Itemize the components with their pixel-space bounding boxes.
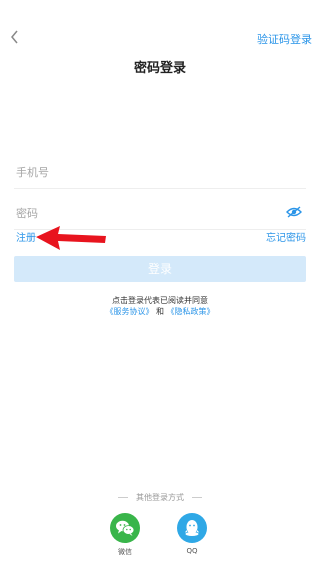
agreement-text: 点击登录代表已阅读并同意 《服务协议》 和 《隐私政策》 (0, 295, 320, 317)
wechat-label: 微信 (118, 548, 132, 556)
wechat-icon[interactable] (110, 513, 140, 543)
divider-line-left (118, 497, 128, 498)
qq-login-button[interactable]: QQ (172, 513, 212, 555)
page-title: 密码登录 (133, 61, 186, 76)
phone-field-container (14, 154, 306, 189)
phone-input[interactable] (16, 162, 266, 182)
red-arrow-icon (34, 224, 108, 254)
wechat-login-button[interactable]: 微信 (105, 513, 145, 557)
eye-off-icon[interactable] (286, 206, 302, 218)
qq-label: QQ (186, 547, 198, 555)
other-login-label: 其他登录方式 (136, 493, 184, 502)
login-button[interactable]: 登录 (14, 256, 306, 282)
agreement-and: 和 (156, 307, 164, 316)
other-login-divider: 其他登录方式 (0, 492, 320, 503)
forgot-password-link[interactable]: 忘记密码 (266, 229, 306, 244)
agreement-sentence: 点击登录代表已阅读并同意 (112, 296, 208, 305)
qq-icon[interactable] (177, 513, 207, 543)
privacy-policy-link[interactable]: 《隐私政策》 (167, 307, 215, 316)
service-agreement-link[interactable]: 《服务协议》 (105, 307, 153, 316)
password-input[interactable] (16, 203, 266, 223)
register-link[interactable]: 注册 (16, 229, 36, 244)
back-icon[interactable] (8, 28, 22, 46)
divider-line-right (192, 497, 202, 498)
sms-login-link[interactable]: 验证码登录 (257, 31, 312, 47)
